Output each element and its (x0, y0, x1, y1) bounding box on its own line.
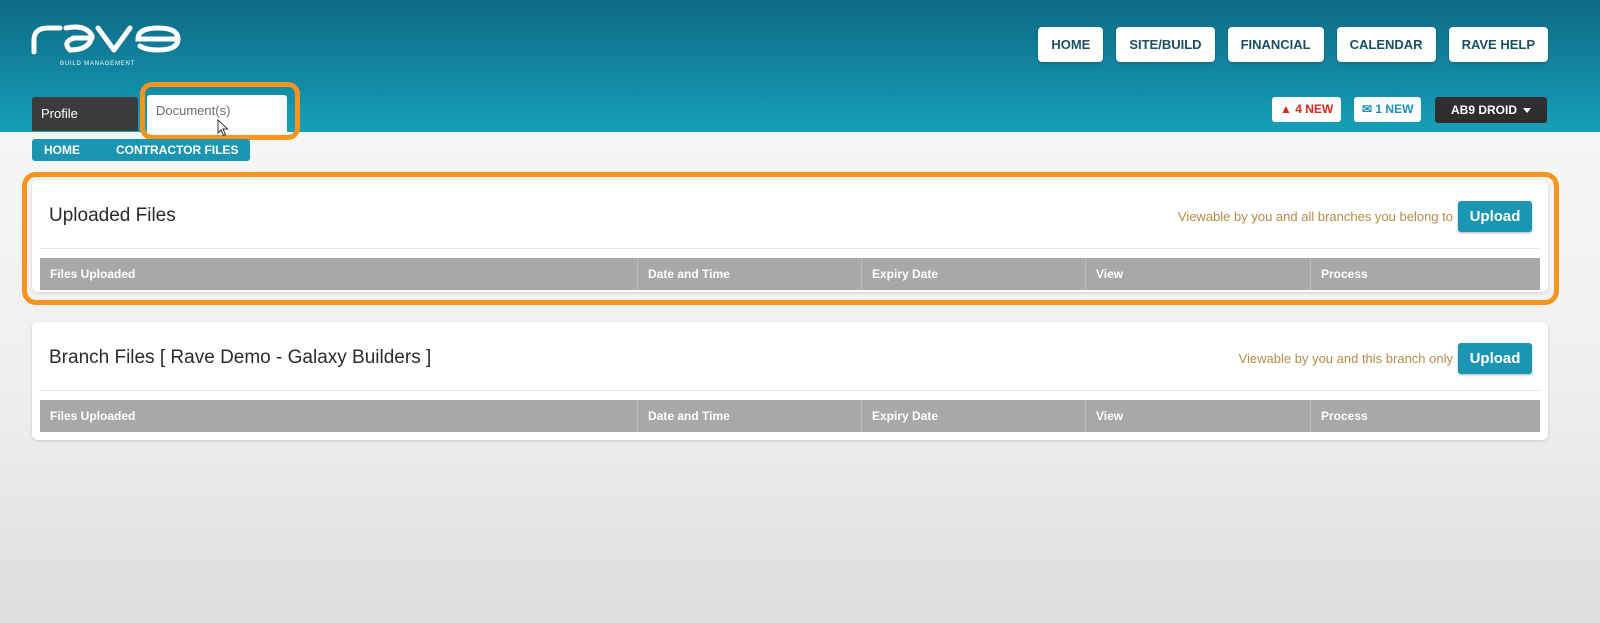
nav-home-button[interactable]: HOME (1038, 27, 1104, 62)
column-files-uploaded[interactable]: Files Uploaded (40, 400, 638, 432)
column-view[interactable]: View (1086, 400, 1311, 432)
table-header: Files Uploaded Date and Time Expiry Date… (40, 400, 1540, 432)
column-date-and-time[interactable]: Date and Time (638, 400, 862, 432)
branch-files-panel: Branch Files [ Rave Demo - Galaxy Builde… (32, 322, 1548, 440)
column-date-and-time[interactable]: Date and Time (638, 258, 862, 290)
table-header: Files Uploaded Date and Time Expiry Date… (40, 258, 1540, 290)
column-process[interactable]: Process (1311, 258, 1540, 290)
column-view[interactable]: View (1086, 258, 1311, 290)
divider (40, 390, 1540, 391)
warning-icon: ▲ (1280, 102, 1292, 116)
column-files-uploaded[interactable]: Files Uploaded (40, 258, 638, 290)
header-bar: BUILD MANAGEMENT HOME SITE/BUILD FINANCI… (0, 0, 1600, 155)
nav-site-build-button[interactable]: SITE/BUILD (1116, 27, 1215, 62)
breadcrumb-contractor-files[interactable]: CONTRACTOR FILES (96, 139, 251, 161)
uploaded-files-panel: Uploaded Files Viewable by you and all b… (32, 180, 1548, 292)
column-process[interactable]: Process (1311, 400, 1540, 432)
panel-title: Uploaded Files (49, 205, 176, 226)
logo-subtitle: BUILD MANAGEMENT (60, 61, 136, 67)
user-menu-button[interactable]: AB9 DROID (1435, 97, 1547, 123)
tab-profile-overview[interactable]: Profile Overview (32, 97, 138, 155)
messages-badge[interactable]: ✉ 1 NEW (1354, 97, 1422, 122)
divider (40, 248, 1540, 249)
upload-button[interactable]: Upload (1458, 343, 1532, 374)
breadcrumb: HOME CONTRACTOR FILES (32, 139, 251, 161)
visibility-note: Viewable by you and all branches you bel… (1177, 209, 1453, 224)
visibility-note: Viewable by you and this branch only (1238, 351, 1453, 366)
alerts-badge[interactable]: ▲ 4 NEW (1272, 97, 1342, 122)
alerts-count: 4 NEW (1295, 102, 1334, 116)
user-name: AB9 DROID (1450, 103, 1517, 117)
nav-calendar-button[interactable]: CALENDAR (1336, 27, 1436, 62)
mouse-cursor-icon (217, 119, 229, 137)
upload-button[interactable]: Upload (1458, 201, 1532, 232)
envelope-icon: ✉ (1362, 102, 1373, 116)
top-navigation: HOME SITE/BUILD FINANCIAL CALENDAR RAVE … (1038, 27, 1548, 62)
column-expiry-date[interactable]: Expiry Date (862, 258, 1086, 290)
nav-rave-help-button[interactable]: RAVE HELP (1448, 27, 1548, 62)
column-expiry-date[interactable]: Expiry Date (862, 400, 1086, 432)
nav-financial-button[interactable]: FINANCIAL (1227, 27, 1324, 62)
caret-down-icon (1523, 108, 1531, 114)
breadcrumb-home[interactable]: HOME (32, 139, 104, 161)
messages-count: 1 NEW (1375, 102, 1414, 116)
panel-title: Branch Files [ Rave Demo - Galaxy Builde… (49, 347, 432, 368)
